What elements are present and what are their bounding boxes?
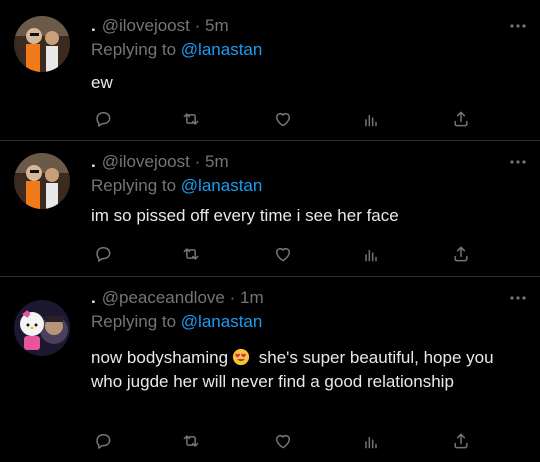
reply-icon bbox=[96, 112, 111, 127]
tweet-actions bbox=[91, 429, 481, 453]
like-button[interactable] bbox=[271, 429, 295, 453]
replying-to: Replying to @lanastan bbox=[91, 176, 263, 195]
tweet-header: . @ilovejoost · 5m bbox=[91, 151, 229, 173]
tweet-text-part-1: now bodyshaming bbox=[91, 348, 229, 367]
separator: · bbox=[194, 152, 201, 171]
handle[interactable]: @peaceandlove bbox=[102, 288, 225, 307]
analytics-button[interactable] bbox=[359, 429, 383, 453]
retweet-button[interactable] bbox=[179, 107, 203, 131]
reply-button[interactable] bbox=[91, 429, 115, 453]
tweet-text: ew bbox=[91, 73, 113, 92]
timestamp[interactable]: 5m bbox=[205, 16, 229, 35]
display-name[interactable]: . bbox=[91, 152, 96, 171]
heart-eyes-emoji bbox=[232, 348, 250, 366]
tweet-1[interactable]: . @ilovejoost · 5m Replying to @lanastan … bbox=[0, 0, 540, 140]
retweet-icon bbox=[183, 248, 199, 260]
mention-link[interactable]: @lanastan bbox=[181, 40, 263, 59]
tweet-header: . @peaceandlove · 1m bbox=[91, 287, 264, 309]
share-button[interactable] bbox=[449, 429, 473, 453]
tweet-actions bbox=[91, 242, 481, 266]
share-button[interactable] bbox=[449, 107, 473, 131]
avatar[interactable] bbox=[14, 16, 70, 72]
separator: · bbox=[229, 288, 236, 307]
more-icon[interactable] bbox=[508, 19, 528, 33]
analytics-icon bbox=[365, 114, 377, 127]
share-icon bbox=[454, 433, 468, 449]
mention-link[interactable]: @lanastan bbox=[181, 176, 263, 195]
share-icon bbox=[454, 246, 468, 262]
display-name[interactable]: . bbox=[91, 16, 96, 35]
handle[interactable]: @ilovejoost bbox=[102, 16, 190, 35]
tweet-actions bbox=[91, 107, 481, 131]
reply-icon bbox=[96, 434, 111, 449]
tweet-2[interactable]: . @ilovejoost · 5m Replying to @lanastan … bbox=[0, 141, 540, 276]
replying-to: Replying to @lanastan bbox=[91, 312, 263, 331]
timestamp[interactable]: 5m bbox=[205, 152, 229, 171]
reply-button[interactable] bbox=[91, 107, 115, 131]
analytics-button[interactable] bbox=[359, 107, 383, 131]
reply-icon bbox=[96, 247, 111, 262]
share-icon bbox=[454, 111, 468, 127]
retweet-button[interactable] bbox=[179, 242, 203, 266]
heart-icon bbox=[276, 248, 290, 262]
retweet-icon bbox=[183, 113, 199, 125]
tweet-header: . @ilovejoost · 5m bbox=[91, 15, 229, 37]
mention-link[interactable]: @lanastan bbox=[181, 312, 263, 331]
share-button[interactable] bbox=[449, 242, 473, 266]
avatar[interactable] bbox=[14, 300, 70, 356]
handle[interactable]: @ilovejoost bbox=[102, 152, 190, 171]
heart-icon bbox=[276, 113, 290, 127]
more-icon[interactable] bbox=[508, 155, 528, 169]
like-button[interactable] bbox=[271, 242, 295, 266]
analytics-icon bbox=[365, 436, 377, 449]
heart-icon bbox=[276, 435, 290, 449]
analytics-button[interactable] bbox=[359, 242, 383, 266]
avatar[interactable] bbox=[14, 153, 70, 209]
analytics-icon bbox=[365, 249, 377, 262]
separator: · bbox=[194, 16, 201, 35]
tweet-text: now bodyshaming she's super beautiful, h… bbox=[91, 346, 511, 394]
more-icon[interactable] bbox=[508, 291, 528, 305]
timestamp[interactable]: 1m bbox=[240, 288, 264, 307]
retweet-button[interactable] bbox=[179, 429, 203, 453]
display-name[interactable]: . bbox=[91, 288, 96, 307]
like-button[interactable] bbox=[271, 107, 295, 131]
tweet-3[interactable]: . @peaceandlove · 1m Replying to @lanasta… bbox=[0, 277, 540, 462]
retweet-icon bbox=[183, 435, 199, 447]
replying-to: Replying to @lanastan bbox=[91, 40, 263, 59]
tweet-text: im so pissed off every time i see her fa… bbox=[91, 206, 399, 225]
reply-button[interactable] bbox=[91, 242, 115, 266]
